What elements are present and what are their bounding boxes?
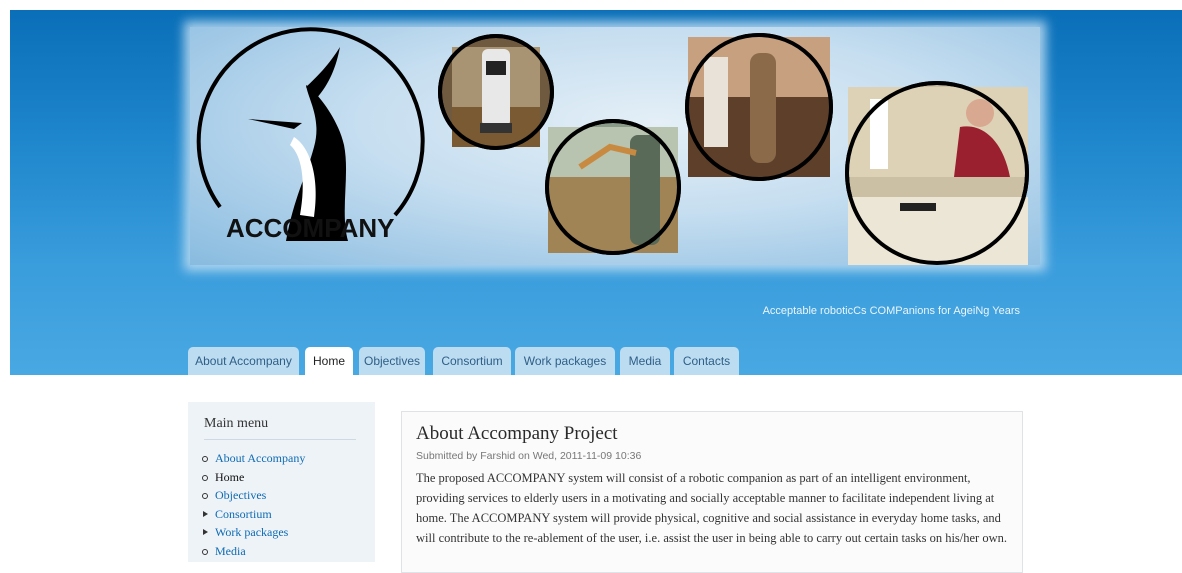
menu-item-home[interactable]: Home: [202, 468, 305, 487]
main-menu: About Accompany Home Objectives Consorti…: [202, 449, 305, 560]
menu-item-work-packages[interactable]: Work packages: [202, 523, 305, 542]
tab-work-packages[interactable]: Work packages: [515, 347, 615, 375]
menu-item-about-accompany[interactable]: About Accompany: [202, 449, 305, 468]
bullet-icon: [202, 474, 208, 481]
article-meta: Submitted by Farshid on Wed, 2011-11-09 …: [416, 450, 642, 462]
menu-item-label: Consortium: [215, 506, 272, 521]
robot-photo-icon: [438, 34, 554, 150]
article-title[interactable]: About Accompany Project: [416, 423, 618, 445]
sidebar: Main menu About Accompany Home Objective…: [188, 402, 375, 562]
robot-assist-photo-icon: [685, 33, 833, 181]
article-body: The proposed ACCOMPANY system will consi…: [416, 471, 1007, 545]
tab-media[interactable]: Media: [620, 347, 670, 375]
menu-item-label: Home: [215, 469, 245, 484]
sidebar-title: Main menu: [204, 416, 356, 440]
elderly-woman-photo-icon: [845, 81, 1029, 265]
menu-item-media[interactable]: Media: [202, 542, 305, 561]
menu-item-consortium[interactable]: Consortium: [202, 505, 305, 524]
menu-item-label: Media: [215, 543, 246, 558]
tab-objectives[interactable]: Objectives: [359, 347, 425, 375]
bullet-icon: [202, 493, 208, 499]
menu-item-label: Objectives: [215, 488, 267, 502]
tab-home[interactable]: Home: [305, 347, 353, 375]
robot-arm-photo-icon: [545, 119, 681, 255]
menu-item-label: Work packages: [215, 525, 289, 539]
article: About Accompany Project Submitted by Far…: [401, 411, 1023, 573]
tab-about-accompany[interactable]: About Accompany: [188, 347, 299, 375]
menu-item-label: About Accompany: [215, 451, 306, 465]
site-slogan: Acceptable roboticCs COMPanions for Agei…: [762, 305, 1020, 317]
top-border: [0, 0, 1182, 10]
accompany-logo: ACCOMPANY: [196, 27, 425, 243]
header-banner[interactable]: ACCOMPANY: [190, 27, 1040, 265]
menu-item-objectives[interactable]: Objectives: [202, 486, 305, 505]
bullet-icon: [202, 456, 208, 462]
tab-consortium[interactable]: Consortium: [433, 347, 511, 375]
expand-arrow-icon[interactable]: [203, 510, 208, 517]
tab-contacts[interactable]: Contacts: [674, 347, 739, 375]
expand-arrow-icon[interactable]: [203, 529, 208, 535]
bullet-icon: [202, 548, 208, 555]
logo-text: ACCOMPANY: [226, 213, 395, 243]
